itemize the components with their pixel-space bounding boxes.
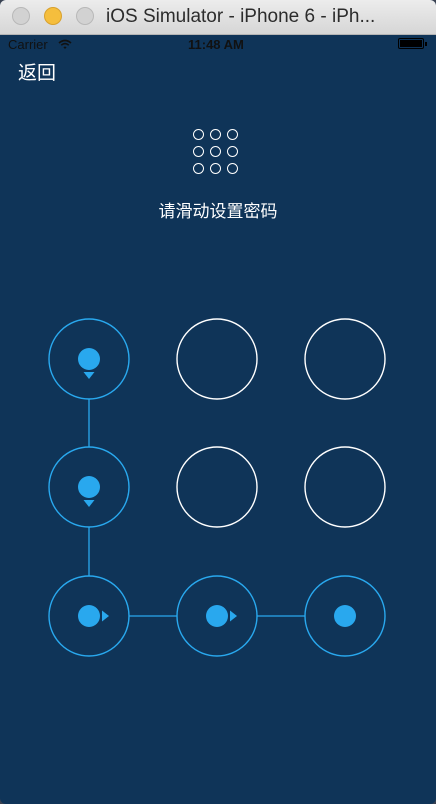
device-screen: Carrier 11:48 AM 返回 请滑动设置密码 — [2, 35, 434, 803]
pattern-node-8[interactable] — [176, 575, 258, 657]
pattern-node-7[interactable] — [48, 575, 130, 657]
direction-arrow-icon — [102, 610, 109, 622]
pattern-lock-pad[interactable] — [2, 35, 434, 803]
direction-arrow-icon — [83, 500, 95, 507]
pattern-node-5[interactable] — [176, 446, 258, 528]
minimize-window-button[interactable] — [44, 7, 62, 25]
window-title: iOS Simulator - iPhone 6 - iPh... — [106, 6, 376, 27]
simulator-window: iOS Simulator - iPhone 6 - iPh... Carrie… — [0, 0, 436, 804]
direction-arrow-icon — [83, 372, 95, 379]
close-window-button[interactable] — [12, 7, 30, 25]
pattern-node-3[interactable] — [304, 318, 386, 400]
pattern-node-6[interactable] — [304, 446, 386, 528]
pattern-node-9[interactable] — [304, 575, 386, 657]
pattern-node-2[interactable] — [176, 318, 258, 400]
pattern-node-1[interactable] — [48, 318, 130, 400]
zoom-window-button[interactable] — [76, 7, 94, 25]
direction-arrow-icon — [230, 610, 237, 622]
pattern-node-4[interactable] — [48, 446, 130, 528]
window-titlebar: iOS Simulator - iPhone 6 - iPh... — [0, 0, 436, 35]
